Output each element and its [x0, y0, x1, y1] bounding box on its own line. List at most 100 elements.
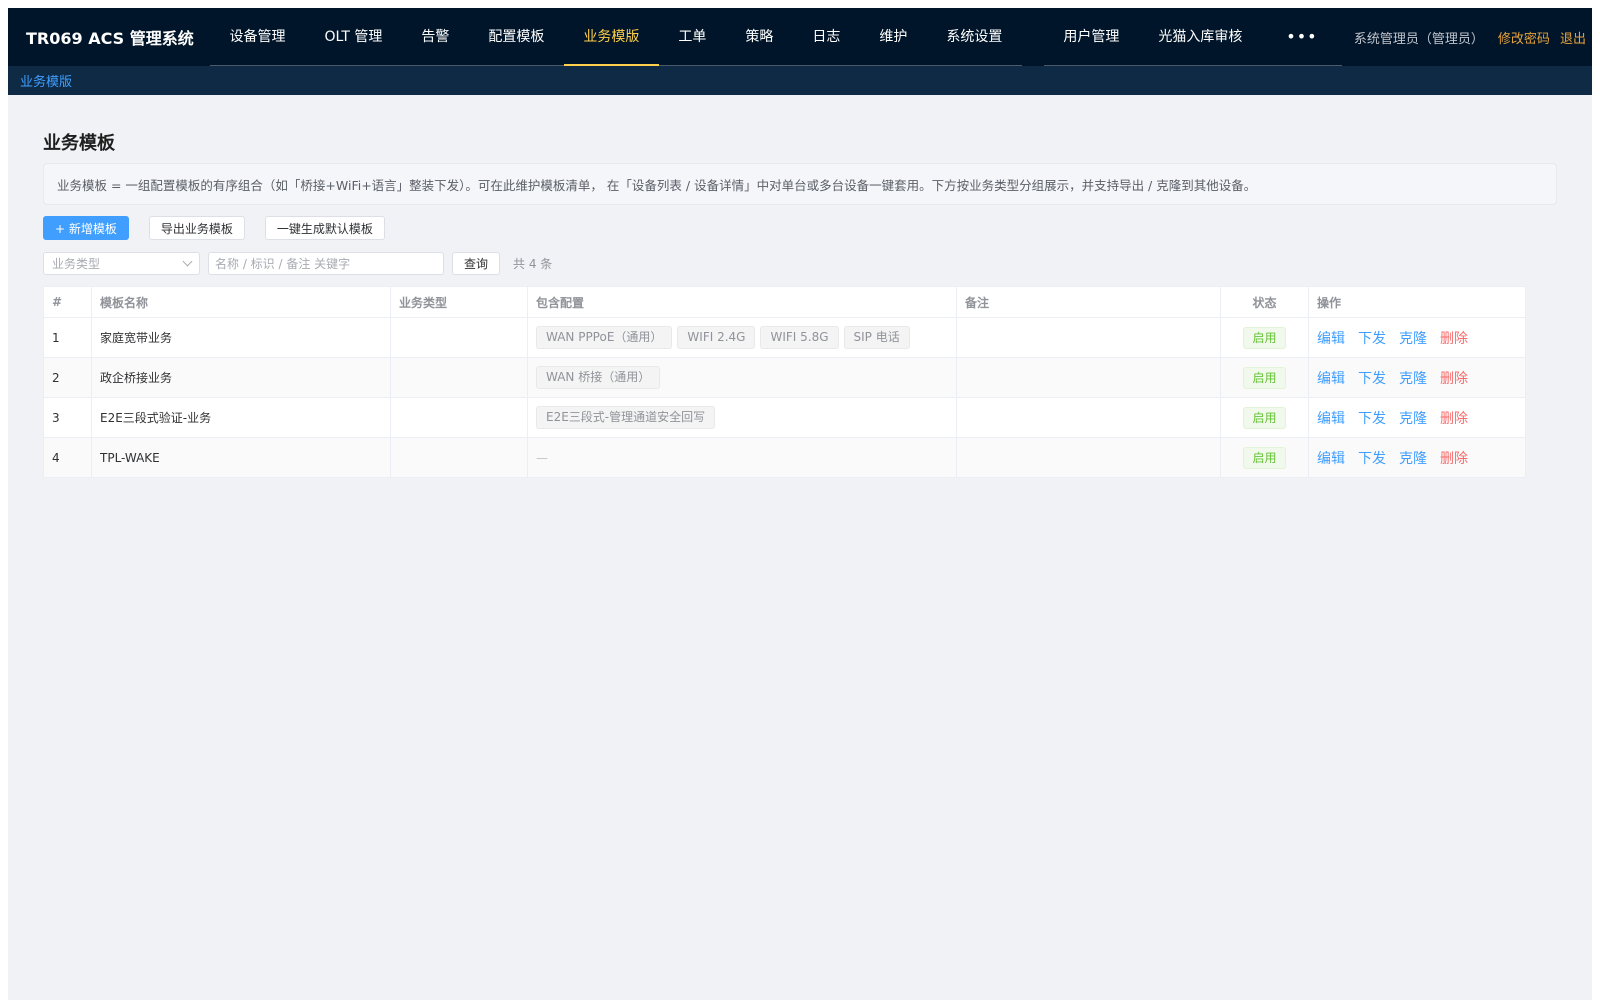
column-header-name: 模板名称	[91, 286, 391, 318]
business-type-placeholder: 业务类型	[52, 257, 101, 271]
config-tag: SIP 电话	[843, 326, 910, 349]
column-header-actions: 操作	[1308, 286, 1526, 318]
nav-item-system-settings[interactable]: 系统设置	[927, 8, 1022, 66]
nav-item-user-management[interactable]: 用户管理	[1044, 8, 1139, 66]
row-index: 4	[43, 437, 92, 478]
remark	[956, 357, 1221, 398]
column-header-index: #	[43, 286, 92, 318]
delete-link[interactable]: 删除	[1440, 371, 1468, 387]
column-header-type: 业务类型	[390, 286, 528, 318]
top-navbar: TR069 ACS 管理系统 设备管理 OLT 管理 告警 配置模板 业务模版 …	[8, 8, 1592, 66]
clone-link[interactable]: 克隆	[1399, 331, 1427, 347]
export-templates-button[interactable]: 导出业务模板	[148, 216, 245, 240]
row-index: 3	[43, 397, 92, 438]
app-frame: TR069 ACS 管理系统 设备管理 OLT 管理 告警 配置模板 业务模版 …	[8, 8, 1592, 1000]
deploy-link[interactable]: 下发	[1358, 411, 1386, 427]
status-cell: 启用	[1220, 437, 1309, 478]
table-row: 2 政企桥接业务 WAN 桥接（通用） 启用 编辑 下发 克隆 删除	[43, 357, 1526, 398]
user-area: 系统管理员（管理员） 修改密码 退出	[1354, 8, 1586, 66]
app-title: TR069 ACS 管理系统	[26, 29, 194, 48]
main-content: 业务模板 业务模板 = 一组配置模板的有序组合（如「桥接+WiFi+语言」整装下…	[8, 95, 1592, 478]
keyword-search-input[interactable]	[208, 252, 444, 275]
nav-item-device-management[interactable]: 设备管理	[210, 8, 305, 66]
status-badge: 启用	[1243, 406, 1286, 429]
current-user-label: 系统管理员（管理员）	[1353, 31, 1484, 47]
nav-item-logs[interactable]: 日志	[793, 8, 860, 66]
templates-table: # 模板名称 业务类型 包含配置 备注 状态 操作 1 家庭宽带业务 WAN P…	[43, 286, 1526, 478]
template-name: TPL-WAKE	[91, 437, 391, 478]
page-title: 业务模板	[43, 133, 115, 154]
config-tags: —	[527, 437, 957, 478]
template-name: 家庭宽带业务	[91, 317, 391, 358]
clone-link[interactable]: 克隆	[1399, 371, 1427, 387]
filter-bar: 业务类型 查询 共 4 条	[43, 252, 1557, 275]
empty-configs-placeholder: —	[536, 450, 548, 465]
row-index: 2	[43, 357, 92, 398]
template-name: 政企桥接业务	[91, 357, 391, 398]
breadcrumb: 业务模版	[8, 66, 1592, 95]
nav-item-ont-intake-review[interactable]: 光猫入库审核	[1139, 8, 1262, 66]
table-row: 3 E2E三段式验证-业务 E2E三段式-管理通道安全回写 启用 编辑 下发 克隆删…	[43, 397, 1526, 438]
delete-link[interactable]: 删除	[1440, 451, 1468, 467]
delete-link[interactable]: 删除	[1440, 411, 1468, 427]
config-tag: E2E三段式-管理通道安全回写	[536, 406, 716, 429]
query-button[interactable]: 查询	[452, 252, 501, 275]
remark	[956, 317, 1221, 358]
table-row: 4 TPL-WAKE — 启用 编辑 下发 克隆 删除	[43, 437, 1526, 478]
clone-link[interactable]: 克隆	[1399, 451, 1427, 467]
nav-item-business-templates[interactable]: 业务模版	[563, 8, 659, 66]
business-type	[390, 357, 528, 398]
config-tags: WAN PPPoE（通用） WIFI 2.4G WIFI 5.8G SIP 电话	[527, 317, 957, 358]
edit-link[interactable]: 编辑	[1317, 451, 1345, 467]
generate-default-templates-button[interactable]: 一键生成默认模板	[264, 216, 385, 240]
edit-link[interactable]: 编辑	[1317, 371, 1345, 387]
total-count: 共 4 条	[513, 257, 553, 271]
change-password-link[interactable]: 修改密码	[1498, 28, 1550, 47]
chevron-down-icon	[182, 256, 193, 267]
secondary-nav: 用户管理 光猫入库审核 •••	[1043, 8, 1342, 66]
business-type	[390, 317, 528, 358]
table-row: 1 家庭宽带业务 WAN PPPoE（通用） WIFI 2.4G WIFI 5.8G…	[43, 317, 1526, 358]
config-tag: WIFI 2.4G	[677, 326, 756, 349]
edit-link[interactable]: 编辑	[1317, 411, 1345, 427]
clone-link[interactable]: 克隆	[1399, 411, 1427, 427]
row-actions: 编辑 下发 克隆 删除	[1308, 437, 1526, 478]
deploy-link[interactable]: 下发	[1358, 331, 1386, 347]
nav-item-config-templates[interactable]: 配置模板	[469, 8, 564, 66]
row-actions: 编辑 下发 克隆 删除	[1308, 357, 1526, 398]
deploy-link[interactable]: 下发	[1358, 371, 1386, 387]
column-header-remark: 备注	[956, 286, 1221, 318]
logout-link[interactable]: 退出	[1560, 28, 1586, 47]
remark	[956, 397, 1221, 438]
more-menu-icon[interactable]: •••	[1262, 8, 1342, 65]
delete-link[interactable]: 删除	[1440, 331, 1468, 347]
row-actions: 编辑 下发 克隆 删除	[1308, 317, 1526, 358]
config-tag: WIFI 5.8G	[760, 326, 839, 349]
status-cell: 启用	[1220, 317, 1309, 358]
deploy-link[interactable]: 下发	[1358, 451, 1386, 467]
nav-item-maintenance[interactable]: 维护	[860, 8, 927, 66]
breadcrumb-current[interactable]: 业务模版	[20, 71, 72, 90]
main-nav: 设备管理 OLT 管理 告警 配置模板 业务模版 工单 策略 日志 维护 系统设…	[210, 8, 1022, 66]
nav-item-alarms[interactable]: 告警	[402, 8, 469, 66]
column-header-configs: 包含配置	[527, 286, 957, 318]
config-tag: WAN PPPoE（通用）	[536, 326, 673, 349]
remark	[956, 437, 1221, 478]
nav-item-olt-management[interactable]: OLT 管理	[305, 8, 402, 66]
status-cell: 启用	[1220, 357, 1309, 398]
add-template-button[interactable]: + 新增模板	[43, 216, 129, 240]
action-toolbar: + 新增模板 导出业务模板 一键生成默认模板	[43, 216, 1557, 240]
column-header-status: 状态	[1220, 286, 1309, 318]
business-type-select[interactable]: 业务类型	[43, 252, 200, 275]
business-type	[390, 437, 528, 478]
status-cell: 启用	[1220, 397, 1309, 438]
nav-item-work-orders[interactable]: 工单	[659, 8, 726, 66]
status-badge: 启用	[1243, 326, 1286, 349]
edit-link[interactable]: 编辑	[1317, 331, 1345, 347]
business-type	[390, 397, 528, 438]
status-badge: 启用	[1243, 366, 1286, 389]
row-index: 1	[43, 317, 92, 358]
config-tags: WAN 桥接（通用）	[527, 357, 957, 398]
config-tag: WAN 桥接（通用）	[536, 366, 661, 389]
nav-item-policies[interactable]: 策略	[726, 8, 793, 66]
